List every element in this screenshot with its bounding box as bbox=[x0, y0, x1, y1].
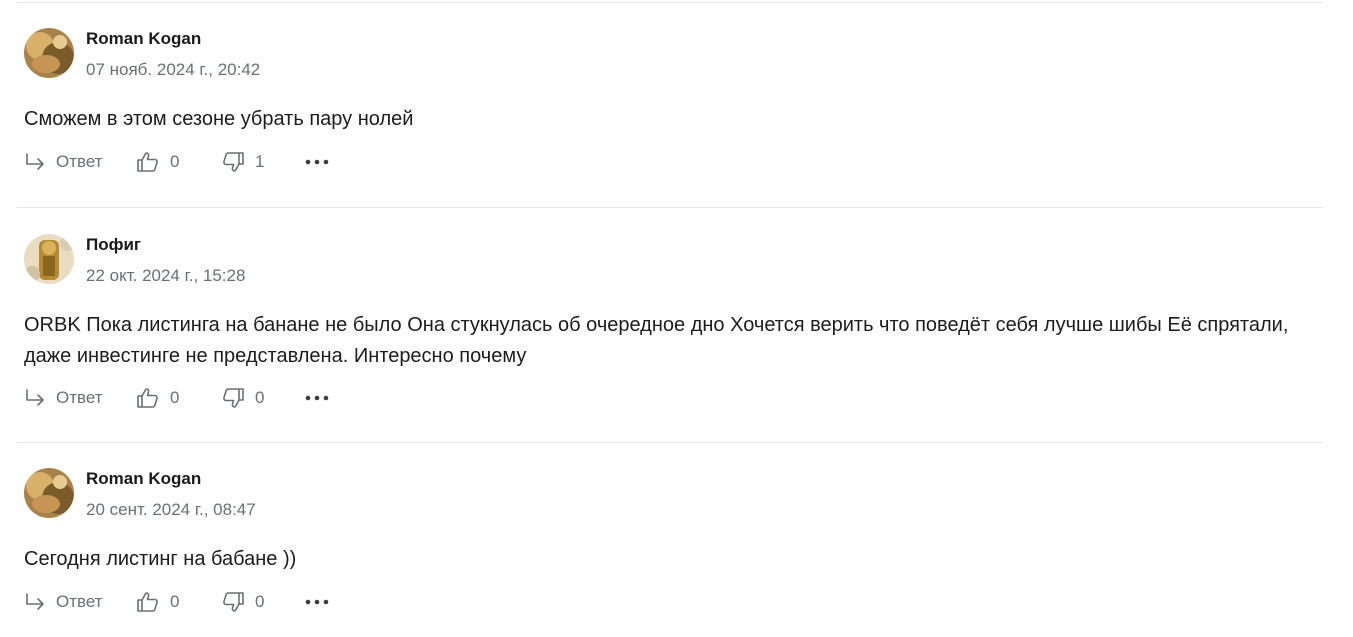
more-options-button[interactable] bbox=[304, 158, 330, 166]
like-button[interactable]: 0 bbox=[136, 387, 221, 409]
thumbs-up-icon bbox=[136, 387, 160, 409]
more-dots-icon bbox=[304, 394, 330, 402]
author-name[interactable]: Roman Kogan bbox=[86, 29, 201, 49]
comment-text: ORBK Пока листинга на банане не было Она… bbox=[24, 314, 1289, 367]
thumbs-down-icon bbox=[221, 387, 245, 409]
reply-arrow-icon bbox=[24, 592, 46, 612]
comment-actions: Ответ 0 0 bbox=[24, 590, 330, 614]
divider bbox=[17, 442, 1323, 443]
reply-label: Ответ bbox=[56, 388, 103, 407]
thumbs-down-icon bbox=[221, 151, 245, 173]
like-button[interactable]: 0 bbox=[136, 591, 221, 613]
comment-text: Сможем в этом сезоне убрать пару нолей bbox=[24, 108, 414, 130]
reply-arrow-icon bbox=[24, 388, 46, 408]
avatar-image bbox=[24, 28, 74, 78]
dislike-button[interactable]: 0 bbox=[221, 387, 304, 409]
reply-button[interactable]: Ответ bbox=[24, 388, 136, 408]
divider bbox=[17, 2, 1323, 3]
dislike-button[interactable]: 1 bbox=[221, 151, 304, 173]
reply-arrow-icon bbox=[24, 152, 46, 172]
more-options-button[interactable] bbox=[304, 598, 330, 606]
comment-timestamp: 22 окт. 2024 г., 15:28 bbox=[86, 266, 246, 285]
comment-actions: Ответ 0 1 bbox=[24, 150, 330, 174]
reply-label: Ответ bbox=[56, 152, 103, 171]
avatar[interactable] bbox=[24, 468, 74, 518]
divider bbox=[17, 207, 1323, 208]
comment-timestamp: 20 сент. 2024 г., 08:47 bbox=[86, 500, 256, 519]
avatar[interactable] bbox=[24, 234, 74, 284]
comment-actions: Ответ 0 0 bbox=[24, 386, 330, 410]
author-name[interactable]: Пофиг bbox=[86, 235, 141, 255]
dislike-count: 0 bbox=[255, 592, 265, 611]
comments-feed: Roman Kogan 07 нояб. 2024 г., 20:42 Смож… bbox=[0, 0, 1353, 637]
thumbs-up-icon bbox=[136, 151, 160, 173]
like-button[interactable]: 0 bbox=[136, 151, 221, 173]
like-count: 0 bbox=[170, 592, 180, 611]
avatar[interactable] bbox=[24, 28, 74, 78]
thumbs-down-icon bbox=[221, 591, 245, 613]
comment-text: Сегодня листинг на бабане )) bbox=[24, 548, 297, 570]
author-name[interactable]: Roman Kogan bbox=[86, 469, 201, 489]
dislike-button[interactable]: 0 bbox=[221, 591, 304, 613]
more-options-button[interactable] bbox=[304, 394, 330, 402]
more-dots-icon bbox=[304, 158, 330, 166]
more-dots-icon bbox=[304, 598, 330, 606]
reply-button[interactable]: Ответ bbox=[24, 152, 136, 172]
dislike-count: 1 bbox=[255, 152, 265, 171]
like-count: 0 bbox=[170, 388, 180, 407]
avatar-image bbox=[24, 468, 74, 518]
thumbs-up-icon bbox=[136, 591, 160, 613]
reply-button[interactable]: Ответ bbox=[24, 592, 136, 612]
dislike-count: 0 bbox=[255, 388, 265, 407]
like-count: 0 bbox=[170, 152, 180, 171]
reply-label: Ответ bbox=[56, 592, 103, 611]
avatar-image bbox=[24, 234, 74, 284]
comment-timestamp: 07 нояб. 2024 г., 20:42 bbox=[86, 60, 261, 79]
